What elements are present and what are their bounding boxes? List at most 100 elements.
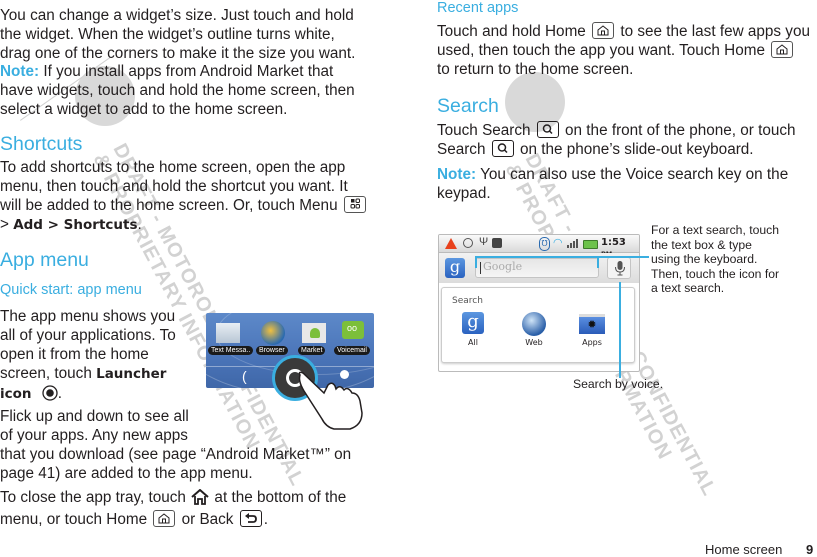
market-app-icon[interactable] [302, 323, 326, 343]
text-line: that you download (see page “Android Mar… [0, 446, 352, 463]
text: or Back [177, 511, 238, 528]
text-line: will be added to the home screen. Or, to… [0, 197, 338, 214]
menu-key-icon [343, 196, 366, 213]
text: You can also use the Voice search key on… [476, 166, 789, 183]
widget-size-paragraph: You can change a widget’s size. Just tou… [0, 6, 355, 63]
option-label: Apps [582, 338, 602, 347]
google-search-app-icon[interactable]: g [445, 258, 465, 278]
flick-paragraph: Flick up and down to see all of your app… [0, 407, 351, 483]
voicemail-app-icon[interactable]: oo [342, 321, 364, 339]
search-heading: Search [437, 95, 499, 117]
text-line: If you install apps from Android Market … [39, 63, 334, 80]
home-key-icon [153, 510, 176, 527]
android-debug-icon [492, 238, 502, 248]
shortcuts-heading: Shortcuts [0, 133, 83, 155]
home-key-icon [771, 41, 794, 58]
callout-line-text: Then, touch the icon for [651, 266, 780, 281]
callout-line-text: a text search. [651, 281, 725, 295]
text: menu, or touch Home [0, 511, 152, 528]
home-key-icon [592, 22, 615, 39]
text-line: select a widget to add to the home scree… [0, 101, 288, 118]
sync-icon [463, 238, 473, 248]
voice-search-button[interactable] [607, 257, 631, 279]
search-key-icon [536, 121, 559, 138]
text: used, then touch the app you want. Touch… [437, 42, 770, 59]
quick-start-heading: Quick start: app menu [0, 282, 142, 298]
callout-line [597, 256, 599, 268]
shortcuts-paragraph: To add shortcuts to the home screen, ope… [0, 158, 368, 235]
status-bar: Ψ ℧ ◠ 1:53 PM [439, 235, 639, 258]
text: on the front of the phone, or touch [560, 122, 796, 139]
option-label: All [468, 338, 478, 347]
bluetooth-icon: ℧ [539, 237, 550, 251]
warning-icon [445, 238, 457, 249]
callout-line-text: using the keyboard. [651, 252, 758, 266]
battery-icon [583, 240, 598, 249]
callout-line-text: For a text search, touch [651, 223, 780, 237]
launcher-icon [42, 385, 58, 406]
app-menu-paragraph: The app menu shows you all of your appli… [0, 307, 200, 406]
search-section-label: Search [452, 296, 483, 306]
text-line: open it from the home [0, 346, 149, 363]
voice-search-callout: Search by voice. [573, 377, 664, 391]
text: at the bottom of the [210, 489, 347, 506]
signal-icon [567, 239, 579, 248]
search-note: Note: You can also use the Voice search … [437, 165, 817, 203]
microphone-icon [615, 261, 625, 276]
punct: . [263, 511, 268, 528]
app-label: Browser [256, 346, 288, 355]
app-label: Text Messa.. [208, 346, 254, 355]
text-line: drag one of the corners to make it the s… [0, 45, 356, 62]
search-source-panel: Search g All Web ✹ Apps [441, 287, 635, 363]
text-line: To add shortcuts to the home screen, ope… [0, 159, 346, 176]
usb-icon: Ψ [479, 236, 489, 248]
page-number: 9 [806, 542, 814, 557]
search-text-input[interactable]: Google [475, 258, 599, 278]
close-tray-paragraph: To close the app tray, touch at the bott… [0, 488, 346, 529]
callout-line-text: the text box & type [651, 237, 752, 252]
google-icon: g [462, 312, 484, 334]
text: to see the last few apps you [616, 23, 810, 40]
app-menu-heading: App menu [0, 249, 89, 271]
text: Touch and hold Home [437, 23, 591, 40]
text-line: screen, touch [0, 365, 97, 382]
phone-dial-icon[interactable]: ( [242, 368, 247, 384]
text-line: menu, then touch and hold the shortcut y… [0, 178, 348, 195]
launcher-label: Launcher [96, 366, 167, 382]
note-label: Note: [0, 63, 40, 80]
browser-app-icon[interactable] [261, 321, 285, 345]
text-line: of your apps. Any new apps [0, 427, 188, 444]
path-prefix: > [0, 216, 14, 233]
punct: . [137, 216, 142, 233]
text-message-app-icon[interactable] [216, 323, 240, 343]
search-option-apps[interactable]: ✹ Apps [574, 312, 610, 347]
text: on the phone’s slide-out keyboard. [515, 141, 754, 158]
launcher-label: icon [0, 386, 32, 402]
footer-section-title: Home screen [705, 542, 783, 557]
text-line: Flick up and down to see all [0, 408, 189, 425]
menu-path: Add > Shortcuts [13, 217, 138, 233]
text-line: The app menu shows you [0, 308, 176, 325]
recent-apps-paragraph: Touch and hold Home to see the last few … [437, 22, 817, 79]
search-option-all[interactable]: g All [458, 312, 488, 347]
note-paragraph: Note: If you install apps from Android M… [0, 62, 355, 119]
text-line: keypad. [437, 185, 491, 202]
clock-time: 1:53 [601, 237, 626, 248]
callout-line [475, 256, 477, 268]
wifi-icon: ◠ [553, 237, 563, 249]
search-widget-illustration: Ψ ℧ ◠ 1:53 PM g Google [438, 234, 640, 372]
text: Touch Search [437, 122, 535, 139]
app-label: Voicemail [334, 346, 370, 355]
search-key-icon [491, 140, 514, 157]
apps-gear-icon: ✹ [579, 314, 605, 334]
text-line: the widget. When the widget’s outline tu… [0, 26, 335, 43]
recent-apps-heading: Recent apps [437, 0, 519, 16]
app-label: Market [298, 346, 326, 355]
text-line: all of your applications. To [0, 327, 176, 344]
text-line: to return to the home screen. [437, 61, 634, 78]
search-option-web[interactable]: Web [516, 312, 552, 347]
note-label: Note: [437, 166, 477, 183]
option-label: Web [525, 338, 543, 347]
text-line: You can change a widget’s size. Just tou… [0, 7, 354, 24]
search-paragraph: Touch Search on the front of the phone, … [437, 121, 817, 159]
